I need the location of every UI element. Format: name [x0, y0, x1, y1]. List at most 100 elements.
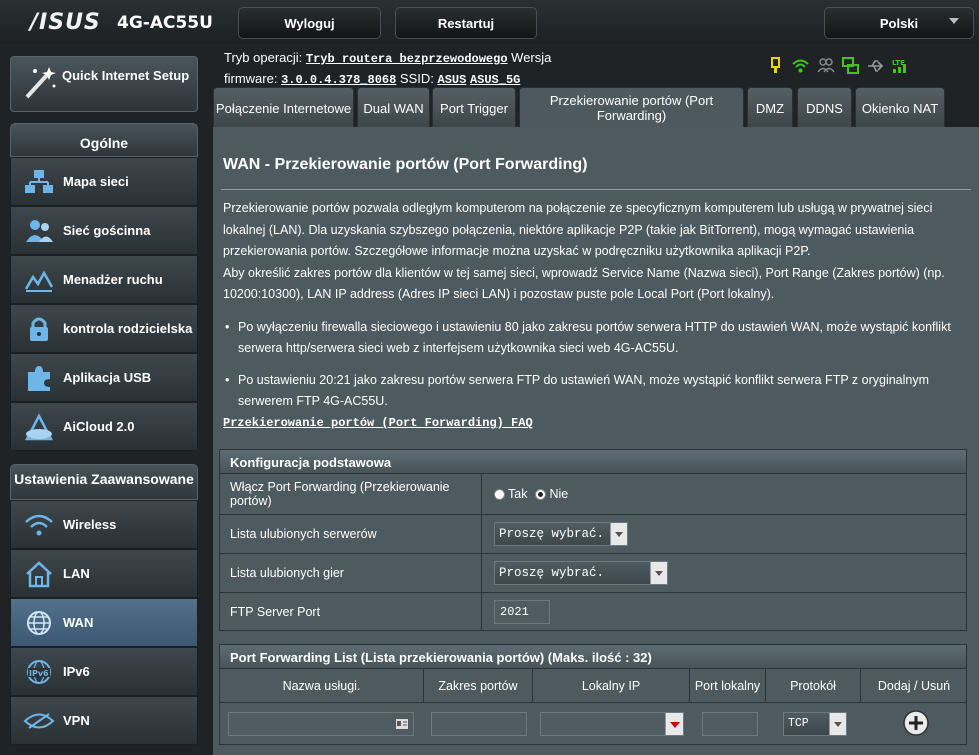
column-add-delete: Dodaj / Usuń: [877, 678, 951, 693]
add-entry-icon[interactable]: [902, 709, 930, 737]
users-icon[interactable]: [816, 56, 835, 75]
firmware-link[interactable]: 3.0.0.4.378_8068: [281, 73, 396, 87]
guest-network-icon: [21, 215, 57, 247]
local-ip-input[interactable]: [540, 712, 684, 736]
dropdown-arrow-icon[interactable]: [665, 713, 683, 735]
lte-signal-icon[interactable]: LTE: [891, 56, 910, 75]
tab-ddns[interactable]: DDNS: [797, 87, 852, 128]
vpn-icon: [21, 705, 57, 737]
tab-port-forwarding[interactable]: Przekierowanie portów (Port Forwarding): [519, 87, 744, 128]
language-select[interactable]: Polski: [824, 7, 974, 39]
general-header: Ogólne: [10, 123, 198, 157]
column-protocol: Protokół: [766, 669, 861, 702]
description-paragraph-2: Aby określić zakres portów dla klientów …: [223, 265, 945, 302]
tab-nat-passthrough[interactable]: Okienko NAT: [855, 87, 945, 128]
sidebar-item-label: Wireless: [63, 517, 117, 532]
main-panel: WAN - Przekierowanie portów (Port Forwar…: [213, 127, 979, 755]
sidebar-item-parental-control[interactable]: kontrola rodzicielska: [10, 304, 198, 353]
ftp-port-row: FTP Server Port 2021: [219, 593, 967, 631]
pf-new-entry-row: TCP: [219, 703, 967, 745]
enable-port-forwarding-radios: Tak Nie: [482, 474, 966, 514]
ipv6-icon: IPv6: [21, 656, 57, 688]
radio-no[interactable]: [535, 488, 547, 500]
service-name-input[interactable]: [228, 712, 414, 736]
ssid-label: SSID:: [399, 71, 434, 86]
column-port-range: Zakres portów: [424, 669, 533, 702]
firmware-label: firmware:: [224, 71, 278, 86]
sidebar-item-vpn[interactable]: VPN: [10, 696, 198, 745]
local-port-input[interactable]: [702, 712, 758, 736]
sidebar-item-aicloud[interactable]: AiCloud 2.0: [10, 402, 198, 451]
tab-internet-connection[interactable]: Połączenie Internetowe: [213, 87, 354, 128]
chevron-down-icon: [829, 713, 846, 735]
sidebar-item-label: WAN: [63, 615, 94, 630]
divider: [221, 189, 971, 190]
enable-port-forwarding-row: Włącz Port Forwarding (Przekierowanie po…: [219, 474, 967, 515]
mode-link[interactable]: Tryb routera bezprzewodowego: [306, 52, 508, 66]
fav-games-select[interactable]: Proszę wybrać.: [494, 561, 668, 585]
fav-servers-select[interactable]: Proszę wybrać.: [494, 522, 628, 546]
tab-dmz[interactable]: DMZ: [747, 87, 793, 128]
fav-servers-value: Proszę wybrać.: [499, 527, 605, 541]
sidebar-item-label: Mapa sieci: [63, 174, 129, 189]
radio-yes[interactable]: [494, 488, 505, 500]
status-icons: LTE: [766, 56, 910, 75]
usb-icon[interactable]: [866, 56, 885, 75]
fav-games-label: Lista ulubionych gier: [220, 554, 482, 592]
home-icon: [21, 558, 57, 590]
traffic-manager-icon: [21, 264, 57, 296]
sidebar-item-guest-network[interactable]: Sieć gościnna: [10, 206, 198, 255]
pf-list-columns: Nazwa usługi. Zakres portów Lokalny IP P…: [219, 669, 967, 703]
wireless-icon: [21, 509, 57, 541]
sidebar-item-traffic-manager[interactable]: Menadżer ruchu: [10, 255, 198, 304]
sidebar-item-wan[interactable]: WAN: [10, 598, 198, 647]
faq-link[interactable]: Przekierowanie portów (Port Forwarding) …: [223, 416, 533, 430]
radio-no-label: Nie: [549, 487, 569, 501]
sidebar-item-network-map[interactable]: Mapa sieci: [10, 157, 198, 206]
network-map-icon: [21, 166, 57, 198]
contact-card-icon[interactable]: [395, 718, 409, 730]
description: Przekierowanie portów pozwala odległym k…: [223, 198, 973, 306]
column-service-name: Nazwa usługi.: [220, 669, 424, 702]
ssid-link-2[interactable]: ASUS_5G: [470, 73, 520, 87]
chevron-down-icon: [650, 562, 667, 584]
note-ftp-conflict: Po ustawieniu 20:21 jako zakresu portów …: [223, 370, 973, 412]
basic-config-header: Konfiguracja podstawowa: [219, 449, 967, 474]
sidebar-item-label: Aplikacja USB: [63, 370, 152, 385]
logout-button[interactable]: Wyloguj: [238, 7, 381, 39]
asus-logo: /ISUS: [30, 10, 101, 35]
protocol-select[interactable]: TCP: [783, 712, 847, 736]
sidebar-item-label: IPv6: [63, 664, 90, 679]
top-bar: /ISUS 4G-AC55U Wyloguj Restartuj Polski: [0, 0, 979, 44]
puzzle-icon: [21, 362, 57, 394]
cloud-icon: [21, 411, 57, 443]
sidebar-item-wireless[interactable]: Wireless: [10, 500, 198, 549]
sidebar-item-ipv6[interactable]: IPv6 IPv6: [10, 647, 198, 696]
system-info: Tryb operacji: Tryb routera bezprzewodow…: [224, 48, 584, 90]
radio-yes-label: Tak: [508, 487, 528, 501]
chevron-down-icon: [949, 18, 959, 24]
fav-servers-row: Lista ulubionych serwerów Proszę wybrać.: [219, 515, 967, 554]
quick-internet-setup-button[interactable]: Quick Internet Setup: [10, 56, 198, 112]
sidebar-item-lan[interactable]: LAN: [10, 549, 198, 598]
tab-port-trigger[interactable]: Port Trigger: [432, 87, 516, 128]
model-name: 4G-AC55U: [117, 13, 213, 33]
ftp-port-input[interactable]: 2021: [494, 599, 550, 624]
magic-wand-icon: [25, 67, 56, 99]
sidebar-item-label: kontrola rodzicielska: [63, 321, 193, 336]
port-range-input[interactable]: [431, 712, 527, 736]
lock-icon: [21, 313, 57, 345]
language-label: Polski: [879, 15, 919, 31]
tab-dual-wan[interactable]: Dual WAN: [357, 87, 430, 128]
restart-button[interactable]: Restartuj: [395, 7, 537, 39]
mode-label: Tryb operacji:: [224, 50, 303, 65]
svg-text:IPv6: IPv6: [29, 669, 49, 678]
ssid-link-1[interactable]: ASUS: [438, 73, 467, 87]
sidebar-item-usb-app[interactable]: Aplikacja USB: [10, 353, 198, 402]
fav-games-value: Proszę wybrać.: [499, 566, 605, 580]
network-icon[interactable]: [841, 56, 860, 75]
sidebar-item-label: AiCloud 2.0: [63, 419, 135, 434]
wifi-icon[interactable]: [791, 56, 810, 75]
usb-lte-icon[interactable]: [766, 56, 785, 75]
globe-icon: [21, 607, 57, 639]
